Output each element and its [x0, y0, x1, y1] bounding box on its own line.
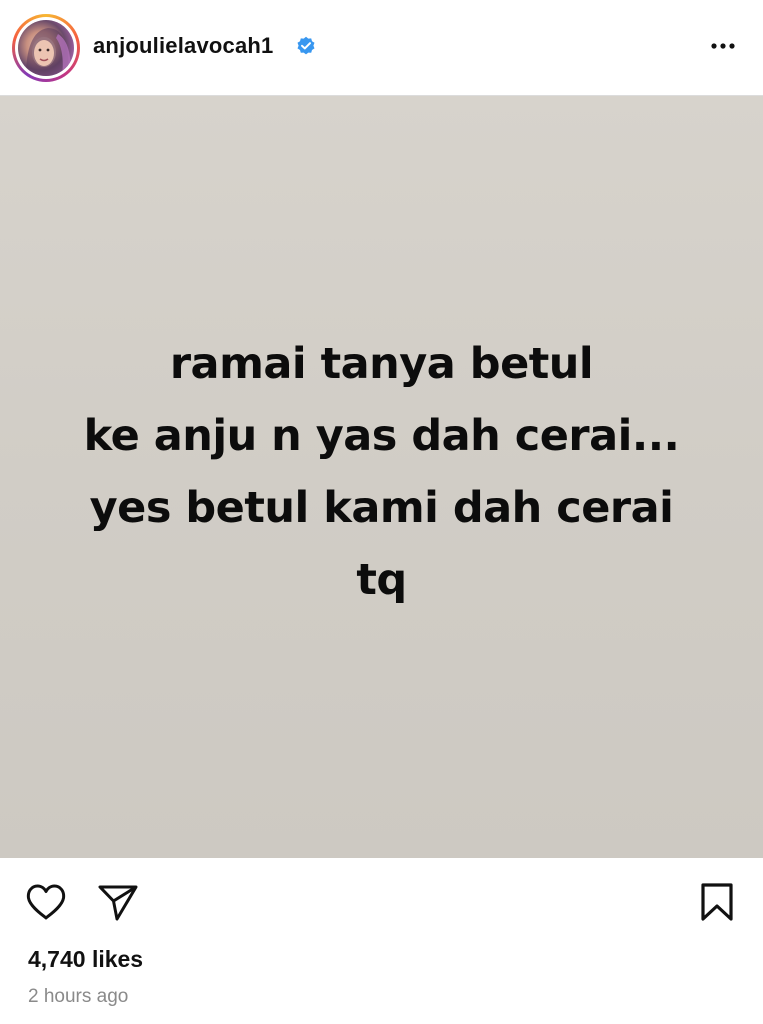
- avatar-border: [15, 17, 77, 79]
- avatar[interactable]: [18, 20, 74, 76]
- post-text: ramai tanya betul ke anju n yas dah cera…: [0, 328, 763, 616]
- heart-icon[interactable]: [24, 880, 68, 924]
- post-image[interactable]: ramai tanya betul ke anju n yas dah cera…: [0, 96, 763, 858]
- paper-plane-icon[interactable]: [96, 880, 140, 924]
- avatar-photo: [26, 28, 71, 76]
- post-text-line: ke anju n yas dah cerai...: [83, 411, 680, 461]
- post-header: anjoulielavocah1: [0, 0, 763, 96]
- post-text-line: ramai tanya betul: [169, 339, 594, 389]
- more-horizontal-icon[interactable]: [704, 30, 742, 62]
- likes-count[interactable]: 4,740 likes: [28, 946, 143, 973]
- post-text-line: tq: [356, 555, 407, 605]
- story-ring[interactable]: [12, 14, 80, 82]
- verified-badge-icon: [297, 36, 315, 55]
- post-text-line: yes betul kami dah cerai: [89, 483, 674, 533]
- username[interactable]: anjoulielavocah1: [93, 33, 274, 59]
- bookmark-icon[interactable]: [696, 880, 738, 924]
- timestamp: 2 hours ago: [28, 986, 129, 1007]
